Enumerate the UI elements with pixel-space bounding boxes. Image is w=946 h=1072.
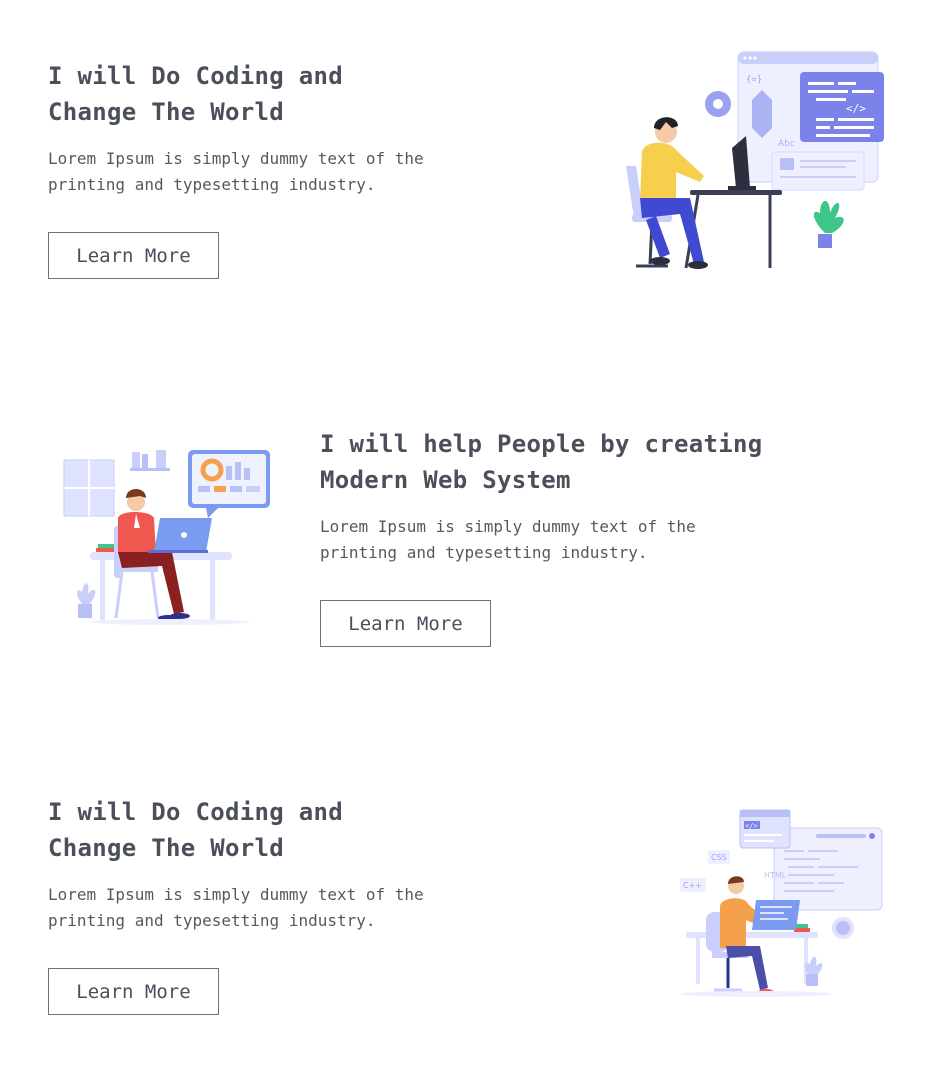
code-panel-icon: </>	[800, 72, 884, 142]
learn-more-button-1[interactable]: Learn More	[48, 232, 219, 279]
title-line: I will Do Coding and	[48, 798, 343, 826]
code-bubble-icon	[832, 917, 854, 939]
abc-label: Abc	[778, 139, 795, 149]
feature-title-3: I will Do Coding and Change The World	[48, 794, 424, 866]
learn-more-button-3[interactable]: Learn More	[48, 968, 219, 1015]
feature-text-2: I will help People by creating Modern We…	[320, 426, 762, 647]
laptop-icon	[148, 518, 212, 553]
code-tag-label: </>	[745, 822, 758, 830]
feature-section-1: I will Do Coding and Change The World Lo…	[0, 0, 946, 320]
learn-more-button-2[interactable]: Learn More	[320, 600, 491, 647]
gear-icon	[705, 91, 731, 117]
title-line: I will Do Coding and	[48, 62, 343, 90]
description-line: printing and typesetting industry.	[320, 543, 648, 562]
title-line: I will help People by creating	[320, 430, 763, 458]
window-icon	[63, 459, 115, 517]
description-line: printing and typesetting industry.	[48, 911, 376, 930]
cpp-label: C++	[683, 881, 702, 890]
html-label: HTML	[764, 871, 787, 880]
title-line: Change The World	[48, 834, 284, 862]
feature-description-3: Lorem Ipsum is simply dummy text of the …	[48, 882, 424, 934]
code-panels-illustration: </> CSS C++ HTML	[676, 806, 886, 1001]
developer-desk-illustration: </> {=} Abc	[620, 48, 890, 273]
description-line: Lorem Ipsum is simply dummy text of the	[48, 149, 424, 168]
dashboard-icon	[188, 450, 270, 518]
title-line: Change The World	[48, 98, 284, 126]
svg-text:{=}: {=}	[746, 75, 762, 85]
feature-title-2: I will help People by creating Modern We…	[320, 426, 762, 498]
feature-section-3: I will Do Coding and Change The World Lo…	[0, 736, 946, 1056]
plant-icon	[813, 200, 844, 248]
css-label: CSS	[711, 853, 727, 862]
laptop-icon	[752, 900, 800, 930]
code-tag-label: </>	[846, 102, 866, 115]
title-line: Modern Web System	[320, 466, 571, 494]
description-line: Lorem Ipsum is simply dummy text of the	[320, 517, 696, 536]
laptop-dashboard-illustration	[60, 446, 275, 626]
feature-section-2: I will help People by creating Modern We…	[0, 380, 946, 700]
description-line: Lorem Ipsum is simply dummy text of the	[48, 885, 424, 904]
feature-text-1: I will Do Coding and Change The World Lo…	[48, 58, 424, 279]
feature-text-3: I will Do Coding and Change The World Lo…	[48, 794, 424, 1015]
description-line: printing and typesetting industry.	[48, 175, 376, 194]
plant-icon	[77, 583, 96, 618]
feature-description-1: Lorem Ipsum is simply dummy text of the …	[48, 146, 424, 198]
feature-description-2: Lorem Ipsum is simply dummy text of the …	[320, 514, 762, 566]
feature-title-1: I will Do Coding and Change The World	[48, 58, 424, 130]
